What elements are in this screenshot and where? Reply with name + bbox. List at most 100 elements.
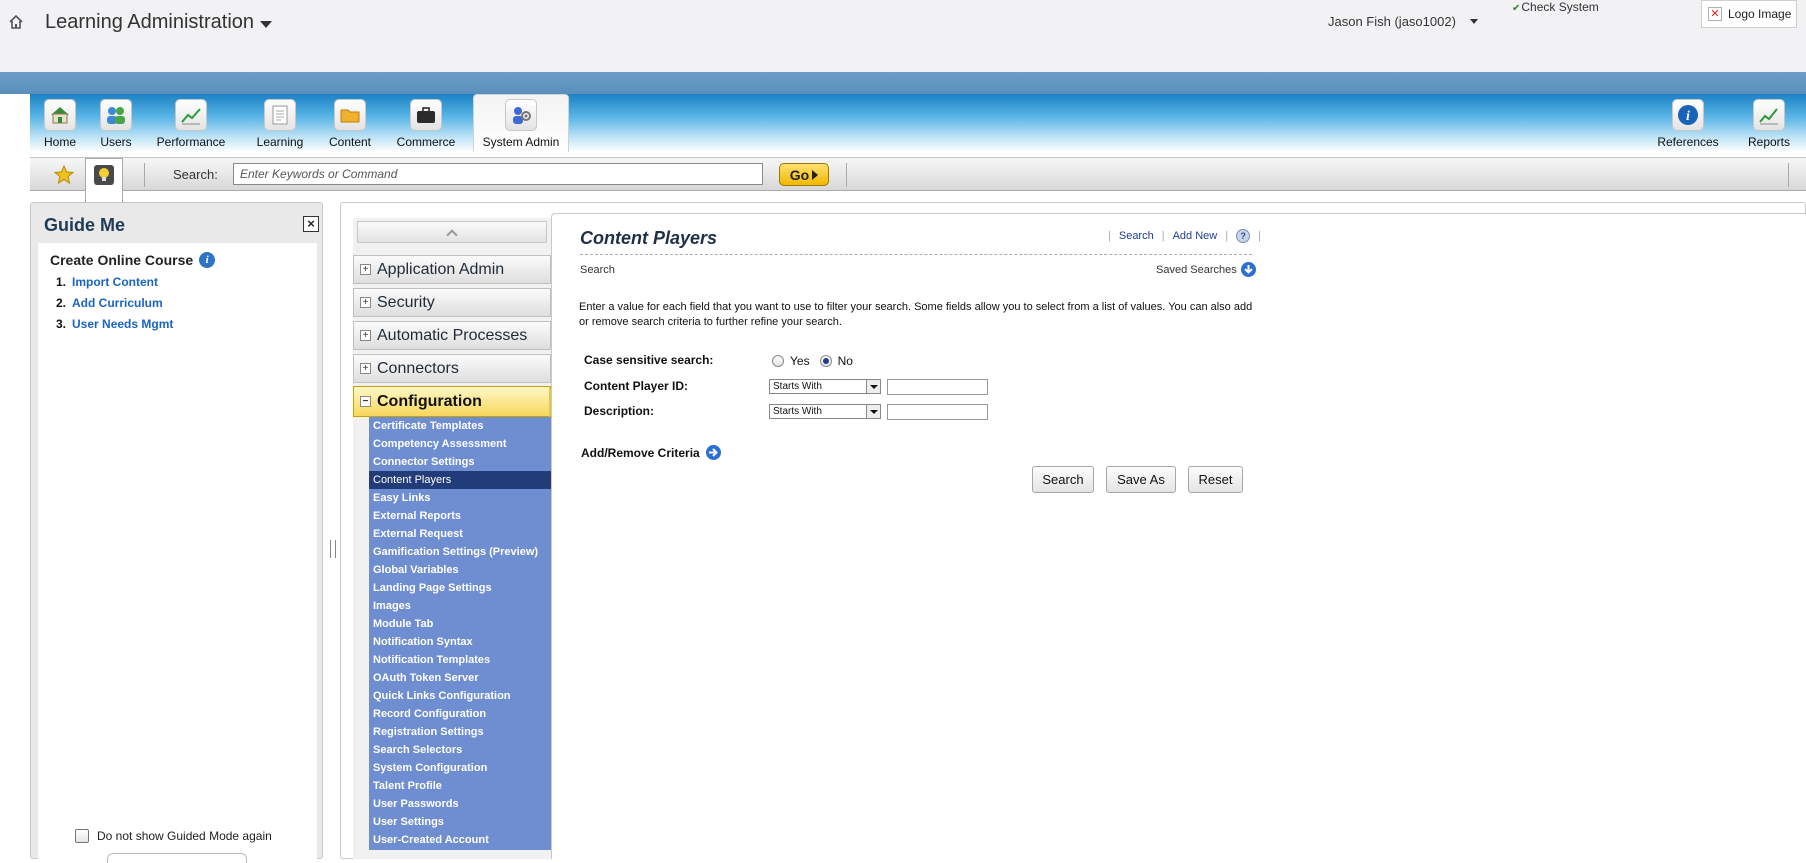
submenu-user-settings[interactable]: User Settings [369, 813, 551, 831]
section-security[interactable]: + Security [353, 288, 551, 317]
submenu-connector-settings[interactable]: Connector Settings [369, 453, 551, 471]
sidebar-scroll-up-button[interactable] [357, 221, 547, 243]
submenu-record-configuration[interactable]: Record Configuration [369, 705, 551, 723]
home-icon[interactable] [8, 14, 24, 30]
chevron-down-icon [260, 20, 273, 28]
add-curriculum-link[interactable]: Add Curriculum [72, 296, 163, 317]
submenu-talent-profile[interactable]: Talent Profile [369, 777, 551, 795]
submenu-content-players[interactable]: Content Players [369, 471, 551, 489]
submenu-certificate-templates[interactable]: Certificate Templates [369, 417, 551, 435]
save-as-button[interactable]: Save As [1106, 466, 1176, 493]
system-admin-icon [505, 99, 537, 131]
description-operator-select[interactable]: Starts With [769, 404, 881, 419]
page-action-links: | Search | Add New | ? | [1108, 229, 1261, 243]
nav-commerce[interactable]: Commerce [390, 94, 462, 152]
case-sensitive-options: Yes No [772, 354, 853, 368]
nav-reports[interactable]: Reports [1744, 94, 1794, 152]
submenu-system-configuration[interactable]: System Configuration [369, 759, 551, 777]
submenu-user-passwords[interactable]: User Passwords [369, 795, 551, 813]
submenu-oauth-token-server[interactable]: OAuth Token Server [369, 669, 551, 687]
user-needs-mgmt-link[interactable]: User Needs Mgmt [72, 317, 173, 338]
chevron-down-icon [866, 380, 880, 393]
section-application-admin[interactable]: + Application Admin [353, 255, 551, 284]
submenu-competency-assessment[interactable]: Competency Assessment [369, 435, 551, 453]
section-connectors[interactable]: + Connectors [353, 354, 551, 383]
title-divider [580, 254, 1252, 255]
content-player-id-operator-select[interactable]: Starts With [769, 379, 881, 394]
guide-step: 3. User Needs Mgmt [56, 317, 173, 338]
info-icon: i [1672, 99, 1704, 131]
guide-step: 2. Add Curriculum [56, 296, 173, 317]
users-icon [100, 99, 132, 131]
submenu-landing-page-settings[interactable]: Landing Page Settings [369, 579, 551, 597]
app-title: Learning Administration [45, 11, 255, 33]
description-input[interactable] [887, 404, 988, 420]
submenu-gamification-settings[interactable]: Gamification Settings (Preview) [369, 543, 551, 561]
submenu-module-tab[interactable]: Module Tab [369, 615, 551, 633]
check-system-link[interactable]: ✔Check System [1512, 0, 1599, 14]
header-divider [0, 72, 1806, 94]
toolbar-divider [1788, 163, 1789, 187]
case-no-radio[interactable] [819, 355, 832, 367]
add-remove-criteria-link[interactable]: Add/Remove Criteria [581, 445, 721, 460]
expand-icon: + [360, 264, 371, 275]
section-automatic-processes[interactable]: + Automatic Processes [353, 321, 551, 350]
submenu-user-created-account[interactable]: User-Created Account [369, 831, 551, 849]
nav-performance[interactable]: Performance [151, 94, 231, 152]
nav-references[interactable]: i References [1653, 94, 1723, 152]
search-link[interactable]: Search [1119, 230, 1154, 242]
guide-me-panel: Guide Me × Create Online Course i 1. Impo… [30, 202, 323, 860]
submenu-notification-templates[interactable]: Notification Templates [369, 651, 551, 669]
guide-step: 1. Import Content [56, 275, 173, 296]
submenu-external-request[interactable]: External Request [369, 525, 551, 543]
nav-content[interactable]: Content [324, 94, 376, 152]
reset-button[interactable]: Reset [1188, 466, 1243, 493]
submenu-images[interactable]: Images [369, 597, 551, 615]
main-nav: Home Users Performance Learning Content … [30, 94, 1806, 152]
search-button[interactable]: Search [1032, 466, 1094, 493]
submenu-search-selectors[interactable]: Search Selectors [369, 741, 551, 759]
nav-home[interactable]: Home [35, 94, 85, 152]
arrow-down-circle-icon [1240, 262, 1256, 277]
document-icon [264, 99, 296, 131]
submenu-notification-syntax[interactable]: Notification Syntax [369, 633, 551, 651]
saved-searches-link[interactable]: Saved Searches [1156, 262, 1256, 277]
panel-splitter-handle[interactable] [330, 540, 336, 558]
section-configuration[interactable]: − Configuration [353, 386, 551, 417]
favorites-button[interactable] [50, 161, 78, 189]
course-title: Create Online Course i [50, 252, 216, 268]
nav-users[interactable]: Users [94, 94, 138, 152]
submenu-external-reports[interactable]: External Reports [369, 507, 551, 525]
go-button[interactable]: Go [779, 163, 829, 186]
guide-me-toggle-button[interactable] [85, 158, 123, 204]
no-guided-mode-checkbox[interactable] [75, 829, 89, 843]
search-subtitle: Search [580, 264, 615, 276]
reports-chart-icon [1753, 99, 1785, 131]
app-title-menu[interactable]: Learning Administration [45, 11, 273, 34]
help-icon[interactable]: ? [1236, 229, 1251, 243]
checkmark-icon: ✔ [1512, 3, 1521, 14]
search-input[interactable] [233, 163, 763, 185]
add-new-link[interactable]: Add New [1173, 230, 1218, 242]
case-yes-radio[interactable] [772, 355, 784, 367]
info-icon[interactable]: i [199, 252, 216, 268]
description-label: Description: [584, 404, 655, 418]
submenu-registration-settings[interactable]: Registration Settings [369, 723, 551, 741]
guide-me-title: Guide Me [44, 215, 126, 235]
chevron-down-icon [866, 405, 880, 418]
content-player-id-input[interactable] [887, 379, 988, 395]
submenu-easy-links[interactable]: Easy Links [369, 489, 551, 507]
search-label: Search: [173, 167, 218, 182]
guide-footer-button[interactable] [107, 853, 247, 863]
user-menu[interactable]: Jason Fish (jaso1002) [1328, 14, 1478, 29]
nav-learning[interactable]: Learning [250, 94, 310, 152]
import-content-link[interactable]: Import Content [72, 275, 158, 296]
expand-icon: + [360, 330, 371, 341]
close-icon[interactable]: × [303, 216, 319, 232]
content-player-id-label: Content Player ID: [584, 379, 689, 393]
submenu-quick-links-configuration[interactable]: Quick Links Configuration [369, 687, 551, 705]
submenu-global-variables[interactable]: Global Variables [369, 561, 551, 579]
lightbulb-icon [94, 165, 114, 185]
logo-image: ✕ Logo Image [1701, 0, 1797, 28]
nav-system-admin[interactable]: System Admin [473, 94, 569, 152]
